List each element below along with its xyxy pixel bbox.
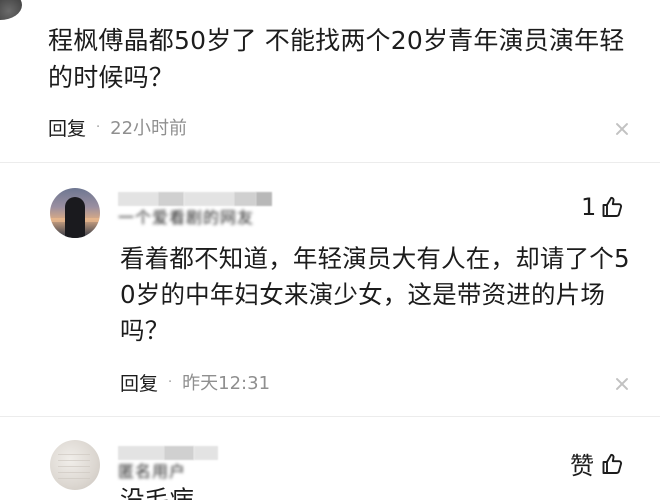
main-comment-text: 程枫傅晶都50岁了 不能找两个20岁青年演员演年轻的时候吗？ <box>48 26 625 92</box>
third-comment-text: 没毛病 <box>120 485 195 500</box>
close-icon[interactable] <box>614 121 630 137</box>
reply-username[interactable]: 一个爱看剧的网友 <box>118 204 254 228</box>
divider <box>0 162 660 163</box>
divider <box>0 416 660 417</box>
comment-time: 22小时前 <box>110 118 188 139</box>
separator-dot: · <box>168 374 173 390</box>
like-label: 赞 <box>570 452 594 480</box>
blur-block <box>256 192 272 206</box>
comment-time: 昨天12:31 <box>182 373 271 394</box>
thumbs-up-icon <box>600 452 624 476</box>
reply-comment-meta: 回复 · 昨天12:31 <box>120 369 270 395</box>
reply-comment-text: 看着都不知道，年轻演员大有人在，却请了个50岁的中年妇女来演少女，这是带资进的片… <box>120 244 630 345</box>
separator-dot: · <box>96 119 101 135</box>
third-username[interactable]: 匿名用户 <box>118 458 186 482</box>
avatar-figure <box>65 197 85 238</box>
thumbs-up-icon <box>600 195 624 219</box>
avatar-pattern <box>58 454 90 480</box>
reply-button[interactable]: 回复 <box>120 369 158 396</box>
blur-block <box>194 446 218 460</box>
close-icon[interactable] <box>614 376 630 392</box>
main-comment-meta: 回复 · 22小时前 <box>48 114 187 140</box>
like-button[interactable]: 1 <box>581 193 624 221</box>
comment-thread: 程枫傅晶都50岁了 不能找两个20岁青年演员演年轻的时候吗？ 回复 · 22小时… <box>0 0 660 500</box>
avatar[interactable] <box>50 440 100 490</box>
reply-button[interactable]: 回复 <box>48 114 86 141</box>
partial-avatar[interactable] <box>0 0 22 20</box>
avatar[interactable] <box>50 188 100 238</box>
like-button[interactable]: 赞 <box>570 446 624 481</box>
like-count: 1 <box>581 193 597 221</box>
